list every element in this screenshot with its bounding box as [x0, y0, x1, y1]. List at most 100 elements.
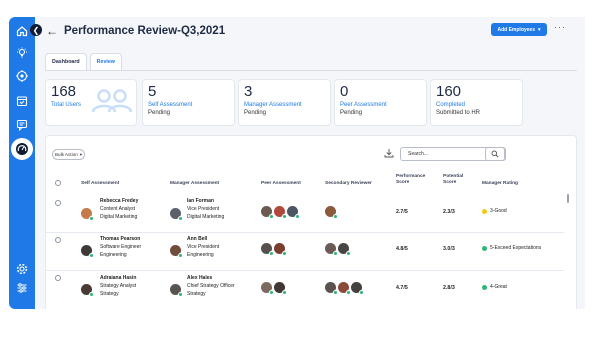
settings-icon[interactable]	[13, 260, 31, 278]
stat-label: Completed	[436, 102, 466, 108]
manager-rating: 4-Great	[482, 284, 507, 290]
tab-review[interactable]: Review	[89, 53, 122, 70]
home-icon[interactable]	[13, 22, 31, 40]
select-all-checkbox[interactable]	[55, 180, 61, 186]
stat-number: 5	[148, 83, 157, 100]
self-assessee[interactable]: Thomas Pearson Software Engineer Enginee…	[100, 236, 141, 259]
row-checkbox[interactable]	[55, 200, 61, 206]
check-badge-icon	[269, 214, 274, 219]
row-divider	[46, 232, 564, 233]
stat-number: 0	[340, 83, 349, 100]
stat-sublabel: Pending	[340, 110, 363, 116]
chevron-down-icon: ▾	[79, 151, 83, 157]
stat-label: Manager Assessment	[244, 102, 302, 108]
stat-label: Peer Assessment	[340, 102, 387, 108]
manager-role: Vice President	[187, 205, 220, 212]
avatar	[81, 208, 94, 221]
reviewer-avatar	[325, 282, 338, 295]
rating-dot	[482, 284, 487, 290]
col-potential-score[interactable]: Potential Score	[443, 174, 473, 187]
rating-dot	[482, 208, 487, 214]
review-table-panel: Bulk Action ▾ Search... Self Assessment …	[45, 135, 577, 309]
performance-score: 4.8/5	[396, 246, 408, 252]
row-checkbox[interactable]	[55, 275, 61, 281]
side-nav	[9, 17, 35, 309]
check-badge-icon	[282, 290, 287, 295]
reviewer-avatar	[325, 206, 338, 219]
stat-card-self-assessment[interactable]: 5 Self Assessment Pending	[142, 79, 235, 126]
manager-role: Chief Strategy Officer	[187, 282, 235, 289]
back-arrow-icon[interactable]: ←	[46, 24, 58, 38]
sliders-icon[interactable]	[13, 279, 31, 297]
row-divider	[46, 270, 564, 271]
check-badge-icon	[178, 216, 183, 221]
stat-card-completed[interactable]: 160 Completed Submitted to HR	[430, 79, 523, 126]
chat-icon[interactable]	[13, 116, 31, 134]
reviewer-avatar	[351, 282, 364, 295]
tab-dashboard[interactable]: Dashboard	[45, 53, 87, 70]
check-badge-icon	[282, 251, 287, 256]
main-content: ← Performance Review-Q3,2021 Add Employe…	[35, 17, 585, 309]
stat-card-peer-assessment[interactable]: 0 Peer Assessment Pending	[334, 79, 427, 126]
manager-dept: Digital Marketing	[187, 213, 225, 220]
col-manager-assessment[interactable]: Manager Assessment	[170, 181, 219, 187]
employee-role: Strategy Analyst	[100, 282, 137, 289]
self-assessee[interactable]: Adraiana Hasin Strategy Analyst Strategy	[100, 275, 136, 298]
scrollbar[interactable]	[567, 194, 569, 203]
download-icon[interactable]	[384, 148, 394, 160]
employee-role: Software Engineer	[100, 243, 142, 250]
stat-sublabel: Pending	[148, 110, 171, 116]
check-badge-icon	[346, 290, 351, 295]
rating-label: 3-Good	[490, 208, 507, 214]
col-manager-rating[interactable]: Manager Rating	[482, 181, 518, 187]
manager-name: Alex Hales	[187, 275, 213, 281]
calendar-check-icon[interactable]	[13, 92, 31, 110]
check-badge-icon	[333, 214, 338, 219]
peer-avatar	[261, 206, 274, 219]
avatar	[170, 245, 183, 258]
manager-dept: Engineering	[187, 251, 214, 258]
col-performance-score[interactable]: Performance Score	[396, 174, 432, 187]
add-employees-label: Add Employees	[497, 26, 535, 33]
performance-gauge-icon[interactable]	[11, 138, 33, 160]
check-badge-icon	[295, 214, 300, 219]
employee-name: Rebecca Fredey	[100, 198, 139, 204]
lightbulb-icon[interactable]	[13, 44, 31, 62]
stat-card-manager-assessment[interactable]: 3 Manager Assessment Pending	[238, 79, 331, 126]
more-options-icon[interactable]: ···	[554, 22, 566, 32]
manager-assessor[interactable]: Alex Hales Chief Strategy Officer Strate…	[187, 275, 235, 298]
potential-score: 2.3/3	[443, 209, 455, 215]
col-peer-assessment[interactable]: Peer Assessment	[261, 181, 301, 187]
collapse-sidebar-icon[interactable]: ❮	[30, 24, 42, 36]
users-icon	[91, 89, 133, 113]
self-assessee[interactable]: Rebecca Fredey Content Analyst Digital M…	[100, 198, 138, 221]
manager-assessor[interactable]: Ann Bell Vice President Engineering	[187, 236, 219, 259]
employee-dept: Engineering	[100, 251, 127, 258]
manager-assessor[interactable]: Ian Forman Vice President Digital Market…	[187, 198, 224, 221]
check-badge-icon	[89, 216, 94, 221]
performance-score: 4.7/5	[396, 285, 408, 291]
stat-sublabel: Submitted to HR	[436, 110, 481, 116]
check-badge-icon	[178, 292, 183, 297]
stat-card-total-users[interactable]: 168 Total Users	[45, 79, 137, 126]
potential-score: 2.8/3	[443, 285, 455, 291]
search-input[interactable]: Search...	[400, 147, 506, 161]
stat-number: 3	[244, 83, 253, 100]
stat-label: Self Assessment	[148, 102, 193, 108]
search-icon[interactable]	[485, 147, 505, 161]
add-employees-button[interactable]: Add Employees ▾	[491, 23, 547, 36]
check-badge-icon	[269, 251, 274, 256]
employee-dept: Strategy	[100, 290, 119, 297]
stat-number: 160	[436, 83, 462, 100]
col-secondary-reviewer[interactable]: Secondary Reviewer	[325, 181, 372, 187]
bulk-action-dropdown[interactable]: Bulk Action ▾	[52, 149, 85, 160]
target-icon[interactable]	[13, 67, 31, 85]
check-badge-icon	[346, 251, 351, 256]
col-self-assessment[interactable]: Self Assessment	[81, 181, 119, 187]
reviewer-avatar	[338, 282, 351, 295]
employee-name: Adraiana Hasin	[100, 275, 137, 281]
row-checkbox[interactable]	[55, 237, 61, 243]
peer-avatar	[261, 243, 274, 256]
avatar	[81, 284, 94, 297]
reviewer-avatar	[325, 243, 338, 256]
